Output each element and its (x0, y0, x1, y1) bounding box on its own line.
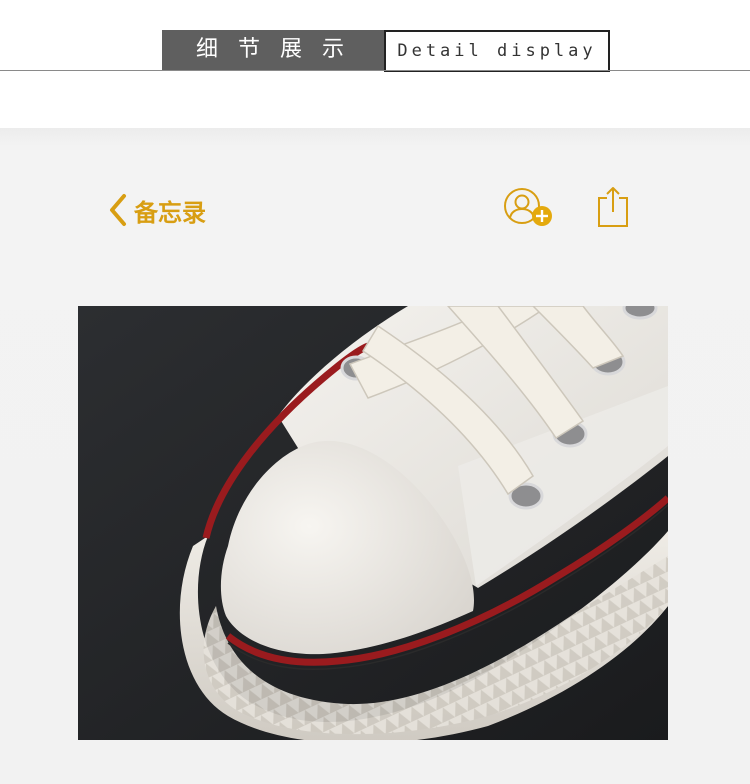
shoe-detail-photo (78, 306, 668, 740)
chevron-left-icon (108, 193, 128, 227)
add-contact-icon (502, 188, 556, 236)
back-button-label: 备忘录 (134, 198, 206, 227)
header: 细节展示 Detail display (0, 0, 750, 72)
notes-nav-bar: 备忘录 (0, 128, 750, 288)
section-title-chinese: 细节展示 (162, 30, 384, 70)
header-divider (0, 70, 750, 71)
section-title-english: Detail display (384, 30, 610, 72)
share-button[interactable] (596, 185, 630, 229)
add-contact-button[interactable] (502, 188, 556, 232)
shoe-toe-illustration (78, 306, 668, 740)
share-icon (596, 187, 630, 233)
back-button[interactable]: 备忘录 (108, 190, 206, 230)
notes-screen: 备忘录 (0, 128, 750, 784)
